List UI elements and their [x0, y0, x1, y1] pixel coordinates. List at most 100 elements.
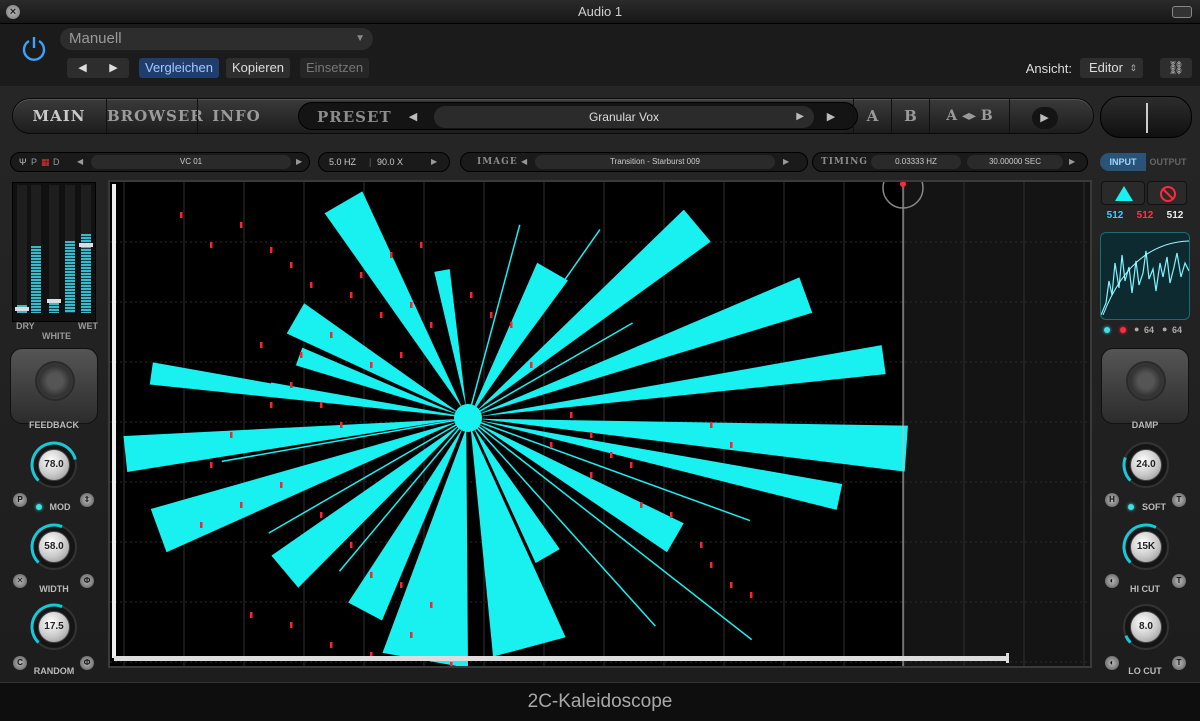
tab-main[interactable]: MAIN: [13, 99, 105, 133]
preset-nav: ◀ ▶: [67, 58, 129, 78]
resolution-x[interactable]: 512: [1107, 210, 1124, 228]
preset-next-button[interactable]: ▶: [817, 107, 845, 127]
preset-name-field[interactable]: Granular Vox ▶: [434, 106, 814, 128]
source-next-button[interactable]: ▶: [296, 153, 302, 171]
damp-knob[interactable]: 24.0: [1121, 440, 1171, 490]
ab-play-button[interactable]: ▶: [1009, 99, 1079, 133]
dry-label: DRY: [16, 321, 35, 331]
view-label: Ansicht:: [1025, 61, 1072, 76]
host-preset-select[interactable]: Manuell ▼: [60, 28, 373, 50]
width-label: WIDTH: [39, 584, 69, 594]
marker: [400, 582, 403, 588]
marker: [210, 462, 213, 468]
status-led: [1104, 327, 1110, 333]
plugin-panel: MAIN BROWSER INFO PRESET ◀ Granular Vox …: [0, 86, 1200, 721]
modulation-bar: 5.0 HZ | 90.0 X ▶: [318, 152, 450, 172]
resolution-y[interactable]: 512: [1137, 210, 1154, 228]
timing-frequency-field[interactable]: 0.03333 HZ: [871, 155, 961, 169]
plugin-name: 2C-Kaleidoscope: [527, 691, 673, 712]
xy-pad-right[interactable]: [1101, 348, 1189, 424]
tab-output[interactable]: OUTPUT: [1146, 153, 1190, 171]
source-prev-button[interactable]: ◀: [77, 153, 83, 171]
resolution-row: 512 512 512: [1100, 210, 1190, 228]
marker: [510, 322, 513, 328]
tab-input[interactable]: INPUT: [1100, 153, 1146, 171]
wet-fader[interactable]: [79, 243, 93, 247]
rr-value-1[interactable]: 64: [1144, 325, 1154, 335]
mod-frequency[interactable]: 5.0 HZ: [329, 153, 356, 171]
marker: [570, 412, 573, 418]
link-icon[interactable]: ⛓: [1160, 58, 1192, 78]
marker: [350, 542, 353, 548]
mod-amount[interactable]: 90.0 X: [377, 153, 403, 171]
marker: [320, 402, 323, 408]
marker: [350, 292, 353, 298]
copy-button[interactable]: Kopieren: [226, 58, 291, 78]
kaleidoscope-visualizer[interactable]: [108, 180, 1092, 668]
hi-cut-knob[interactable]: 15K: [1121, 522, 1171, 572]
xy-pad-left[interactable]: [10, 348, 98, 424]
slot-b-button[interactable]: B: [891, 99, 929, 133]
marker: [400, 352, 403, 358]
timing-seconds-field[interactable]: 30.00000 SEC: [967, 155, 1063, 169]
mod-knob[interactable]: 58.0: [29, 522, 79, 572]
marker: [230, 432, 233, 438]
marker: [240, 222, 243, 228]
marker: [430, 322, 433, 328]
view-select[interactable]: Editor ⇕: [1080, 58, 1143, 78]
marker: [280, 482, 283, 488]
image-name-field[interactable]: Transition - Starburst 009: [535, 155, 775, 169]
marker: [750, 592, 753, 598]
next-preset-button[interactable]: ▶: [98, 58, 129, 78]
previous-preset-button[interactable]: ◀: [67, 58, 98, 78]
marker: [340, 422, 343, 428]
paste-button[interactable]: Einsetzen: [300, 58, 370, 78]
swap-ab-button[interactable]: A ◂▸ B: [929, 99, 1009, 133]
soft-label: SOFT: [1142, 502, 1166, 512]
feedback-label: FEEDBACK: [28, 420, 79, 430]
bypass-button[interactable]: [1147, 181, 1187, 205]
zoom-icon[interactable]: [1172, 6, 1192, 18]
white-meter: [49, 185, 59, 313]
marker: [730, 582, 733, 588]
timing-next-button[interactable]: ▶: [1069, 153, 1075, 171]
dry-fader[interactable]: [15, 307, 29, 311]
preset-prev-button[interactable]: ◀: [399, 107, 427, 127]
lo-cut-knob[interactable]: 8.0: [1121, 602, 1171, 652]
hi-cut-value: 15K: [1130, 531, 1162, 563]
preset-browser: PRESET ◀ Granular Vox ▶ ▶: [298, 102, 858, 130]
slot-a-button[interactable]: A: [853, 99, 891, 133]
visualizer-canvas: [110, 182, 1090, 666]
spectrum-graph: [1101, 240, 1189, 316]
feedback-knob[interactable]: 78.0: [29, 440, 79, 490]
resolution-z[interactable]: 512: [1167, 210, 1184, 228]
play-icon: ▶: [796, 111, 804, 122]
compare-button[interactable]: Vergleichen: [139, 58, 219, 78]
dry-meter-right: [31, 185, 41, 313]
tab-info[interactable]: INFO: [197, 99, 275, 133]
marker: [330, 332, 333, 338]
freeze-button[interactable]: [1101, 181, 1145, 205]
mod-next-button[interactable]: ▶: [431, 153, 437, 171]
marker: [710, 422, 713, 428]
width-knob[interactable]: 17.5: [29, 602, 79, 652]
random-label: RANDOM: [33, 666, 75, 676]
tuning-fork-icon: Ψ: [19, 157, 27, 167]
power-icon[interactable]: [20, 34, 48, 62]
left-cursor: [112, 184, 116, 658]
image-bar: IMAGE ◀ Transition - Starburst 009 ▶: [460, 152, 808, 172]
bullet-icon: ●: [1134, 324, 1140, 334]
grid-icon[interactable]: ▦: [41, 153, 50, 171]
source-name-field[interactable]: VC 01: [91, 155, 291, 169]
random-value: 17.5: [38, 611, 70, 643]
marker: [530, 362, 533, 368]
tab-browser[interactable]: BROWSER: [106, 99, 203, 133]
rr-value-2[interactable]: 64: [1172, 325, 1182, 335]
marker: [250, 612, 253, 618]
white-fader[interactable]: [47, 299, 61, 303]
image-next-button[interactable]: ▶: [783, 153, 789, 171]
prohibited-icon: [1160, 186, 1176, 202]
future-region: [903, 182, 1090, 666]
image-prev-button[interactable]: ◀: [521, 153, 527, 171]
marker: [360, 272, 363, 278]
